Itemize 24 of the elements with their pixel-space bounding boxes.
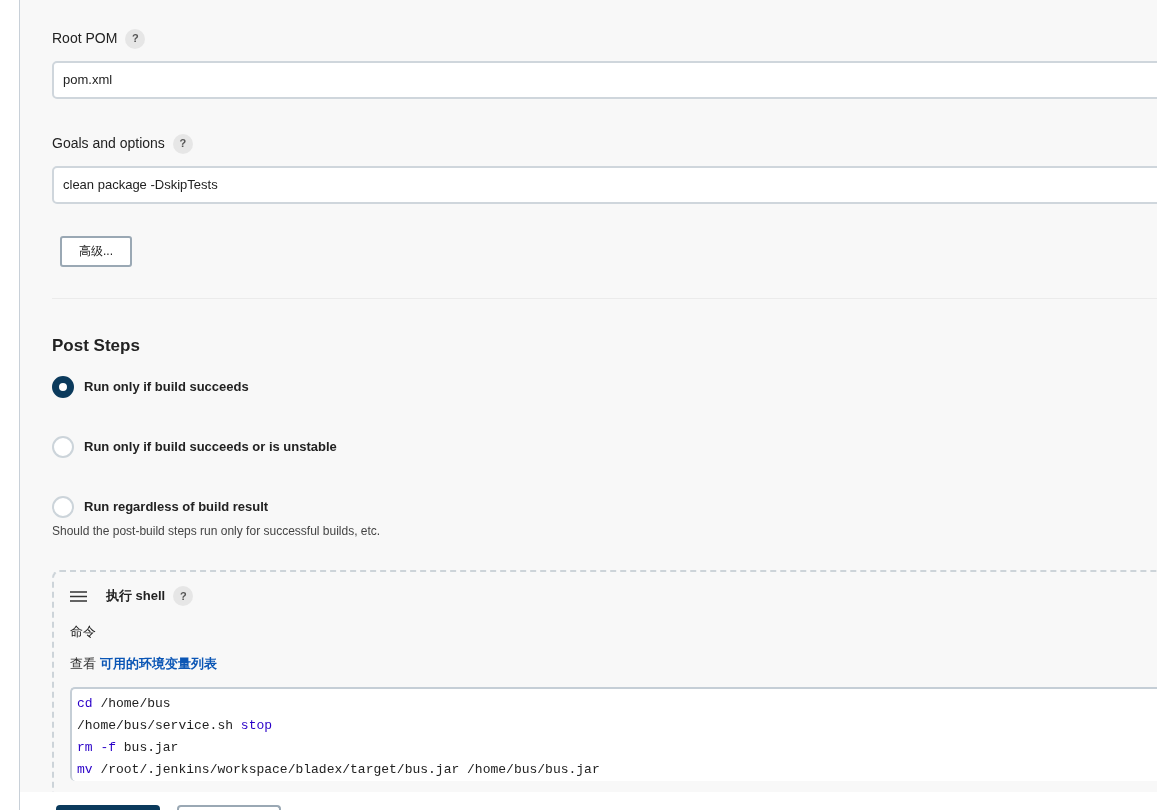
field-label: Root POM bbox=[52, 29, 118, 48]
radio-label[interactable]: Run only if build succeeds bbox=[84, 377, 249, 397]
field-label: 命令 bbox=[70, 623, 97, 641]
code-line: cd /home/bus bbox=[77, 695, 172, 713]
code-line: /home/bus/service.sh stop bbox=[77, 717, 274, 735]
text-input[interactable]: pom.xml bbox=[52, 61, 1157, 99]
section-heading: Post Steps bbox=[52, 334, 141, 357]
advanced-button[interactable]: 高级... bbox=[60, 235, 132, 267]
help-text: 查看 bbox=[70, 654, 96, 673]
code-line: rm -f bus.jar bbox=[77, 739, 180, 757]
help-icon[interactable]: ? bbox=[173, 586, 194, 606]
code-line: mv /root/.jenkins/workspace/bladex/target/bus.jar /home/bus/bus.jar bbox=[77, 761, 601, 779]
step-title: 执行 shell bbox=[106, 587, 166, 606]
drag-handle-icon[interactable] bbox=[70, 590, 87, 602]
help-icon[interactable]: ? bbox=[125, 28, 146, 49]
radio-button[interactable] bbox=[52, 376, 74, 398]
help-text: Should the post-build steps run only for successful builds, etc. bbox=[52, 523, 382, 540]
help-icon[interactable]: ? bbox=[172, 133, 193, 154]
radio-label[interactable]: Run only if build succeeds or is unstable bbox=[84, 437, 337, 457]
radio-label[interactable]: Run regardless of build result bbox=[84, 497, 269, 517]
field-label: Goals and options bbox=[52, 134, 165, 153]
code-editor[interactable]: cd /home/bus /home/bus/service.sh stop rm -f bus.jar mv /root/.jenkins/workspace/bladex/target/bus.jar /home/bus/bus.jar bbox=[70, 687, 1157, 781]
env-vars-link[interactable]: 可用的环境变量列表 bbox=[100, 653, 217, 673]
text-input[interactable]: clean package -DskipTests bbox=[52, 166, 1157, 204]
